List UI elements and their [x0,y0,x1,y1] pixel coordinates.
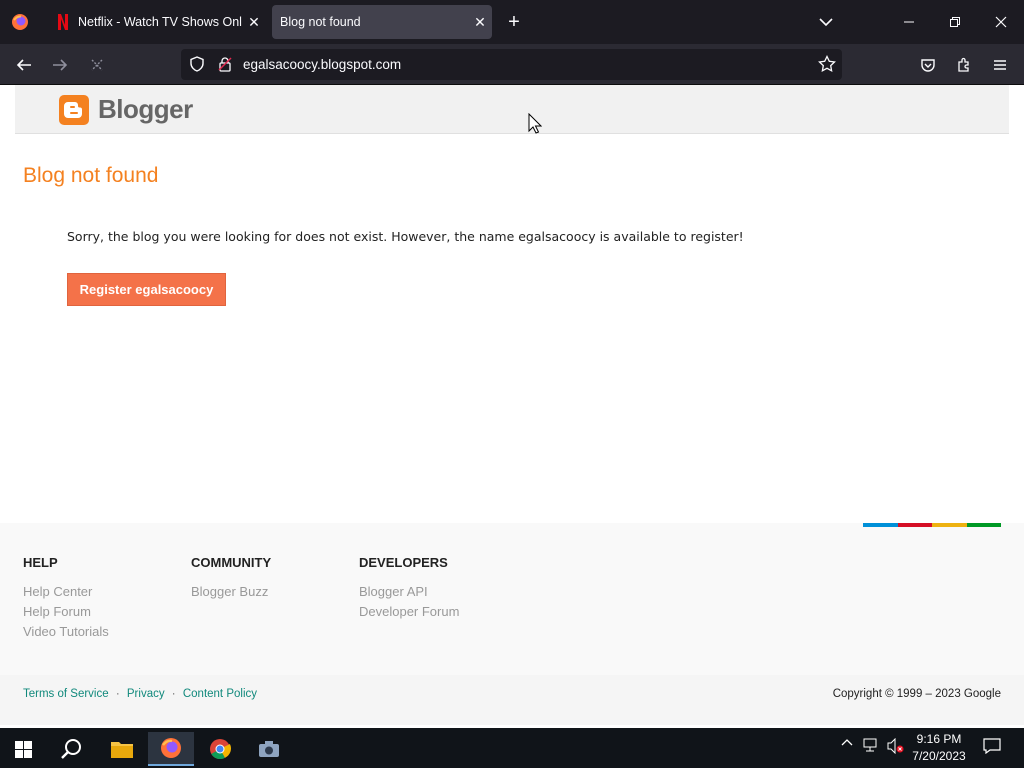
windows-start-icon[interactable] [0,732,46,766]
address-bar[interactable]: egalsacoocy.blogspot.com [181,49,842,80]
new-tab-button[interactable]: + [502,10,526,34]
chrome-icon[interactable] [197,732,243,766]
help-forum-link[interactable]: Help Forum [23,602,109,622]
footer-developers-column: DEVELOPERS Blogger API Developer Forum [359,555,459,622]
copyright-text: Copyright © 1999 – 2023 Google [832,688,1001,700]
clock-time: 9:16 PM [916,732,962,746]
firefox-view-icon[interactable] [8,10,32,34]
footer-heading: COMMUNITY [191,555,272,570]
system-clock[interactable]: 9:16 PM 7/20/2023 [908,731,970,765]
restore-icon[interactable] [943,10,967,34]
clock-date: 7/20/2023 [912,749,966,763]
google-color-bar-red [898,523,932,527]
close-tab-icon[interactable]: ✕ [468,14,492,31]
footer-heading: HELP [23,555,58,570]
legal-links: Terms of Service · Privacy · Content Pol… [23,688,257,700]
navigation-toolbar: egalsacoocy.blogspot.com [0,44,1024,85]
separator: · [171,688,176,700]
web-page: Blogger Blog not found Sorry, the blog y… [0,85,1024,728]
tracking-protection-icon[interactable] [189,56,205,77]
google-color-bar-blue [863,523,898,527]
minimize-icon[interactable] [897,10,921,34]
firefox-taskbar-icon[interactable] [148,732,194,766]
footer-heading: DEVELOPERS [359,555,448,570]
bookmark-star-icon[interactable] [818,54,836,78]
camera-icon[interactable] [246,732,292,766]
list-all-tabs-icon[interactable] [814,10,838,34]
mouse-cursor-icon [528,112,543,140]
developer-forum-link[interactable]: Developer Forum [359,602,459,622]
search-icon[interactable] [48,732,94,766]
stop-loading-icon[interactable] [84,52,110,78]
blogger-header: Blogger [15,85,1009,134]
google-color-bar-yellow [932,523,967,527]
network-icon[interactable] [862,738,880,752]
blogger-logo-icon[interactable] [59,95,89,125]
show-hidden-icons-icon[interactable] [838,738,856,746]
footer [0,523,1024,675]
google-color-bar-green [967,523,1001,527]
blogger-buzz-link[interactable]: Blogger Buzz [191,582,271,602]
tab-netflix[interactable]: Netflix - Watch TV Shows Online ✕ [44,5,266,39]
tab-bar: Netflix - Watch TV Shows Online ✕ Blog n… [0,0,1024,44]
pocket-icon[interactable] [915,52,941,78]
video-tutorials-link[interactable]: Video Tutorials [23,622,109,642]
netflix-icon [56,14,70,30]
tab-title: Blog not found [280,15,361,29]
footer-help-column: HELP Help Center Help Forum Video Tutori… [23,555,109,642]
extensions-icon[interactable] [951,52,977,78]
close-window-icon[interactable] [989,10,1013,34]
register-blog-button[interactable]: Register egalsacoocy [67,273,226,306]
footer-community-column: COMMUNITY Blogger Buzz [191,555,271,602]
back-icon[interactable] [11,52,37,78]
app-menu-icon[interactable] [987,52,1013,78]
legal-bar: Terms of Service · Privacy · Content Pol… [0,675,1024,725]
file-explorer-icon[interactable] [99,732,145,766]
close-tab-icon[interactable]: ✕ [242,14,266,31]
help-center-link[interactable]: Help Center [23,582,109,602]
insecure-lock-icon[interactable] [217,56,233,77]
privacy-link[interactable]: Privacy [127,688,165,700]
not-found-message: Sorry, the blog you were looking for doe… [67,229,744,244]
forward-icon[interactable] [47,52,73,78]
blogger-logo-text[interactable]: Blogger [98,94,193,125]
blogger-api-link[interactable]: Blogger API [359,582,459,602]
content-policy-link[interactable]: Content Policy [183,688,257,700]
notifications-icon[interactable] [982,738,1002,754]
page-title: Blog not found [23,164,159,187]
url-text[interactable]: egalsacoocy.blogspot.com [243,57,401,72]
separator: · [115,688,120,700]
tab-title: Netflix - Watch TV Shows Online [78,15,242,29]
terms-of-service-link[interactable]: Terms of Service [23,688,109,700]
windows-taskbar: 9:16 PM 7/20/2023 [0,728,1024,768]
volume-muted-icon[interactable] [886,738,906,754]
tab-blog-not-found[interactable]: Blog not found ✕ [272,5,492,39]
